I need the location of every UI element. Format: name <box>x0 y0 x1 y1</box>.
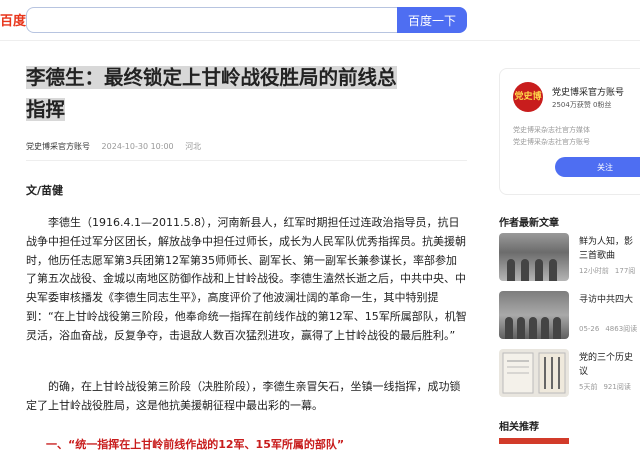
related-heading: 相关推荐 <box>499 422 539 433</box>
latest-article-title[interactable]: 党的三个历史 议 <box>579 351 633 379</box>
article-paragraph: 李德生（1916.4.1—2011.5.8），河南新县人，红军时期担任过连政治指… <box>26 216 467 342</box>
account-description: 党史博采杂志社官方媒体 党史博采杂志社官方账号 <box>513 124 590 148</box>
account-desc-line: 党史博采杂志社官方账号 <box>513 138 590 146</box>
article-meta: 党史博采官方账号 2024-10-30 10:00 河北 <box>26 141 210 152</box>
source-account[interactable]: 党史博采官方账号 <box>26 142 90 151</box>
title-line[interactable]: 鲜为人知，影 <box>579 235 633 249</box>
latest-article-meta: 05-26 4863阅读 <box>579 324 640 334</box>
latest-article-item[interactable]: 寻访中共四大 05-26 4863阅读 <box>499 291 640 339</box>
latest-articles-heading: 作者最新文章 <box>499 218 559 229</box>
article-reads: 4863阅读 <box>605 325 638 333</box>
latest-article-meta: 5天前 921阅读 <box>579 382 637 392</box>
article-thumbnail[interactable] <box>499 291 569 339</box>
section-heading: 一、“统一指挥在上甘岭前线作战的12军、15军所属的部队” <box>46 438 345 451</box>
latest-article-item[interactable]: 党的三个历史 议 5天前 921阅读 <box>499 349 640 397</box>
article-paragraph: 的确，在上甘岭战役第三阶段（决胜阶段），李德生亲冒矢石，坐镇一线指挥，成功锁定了… <box>26 380 461 412</box>
related-thumbnail[interactable] <box>499 438 569 444</box>
book-cover-image <box>502 352 566 394</box>
article-time: 5天前 <box>579 383 598 391</box>
article-time: 05-26 <box>579 325 600 333</box>
divider <box>26 160 467 161</box>
article-thumbnail[interactable] <box>499 349 569 397</box>
top-bar: 百度 百度一下 <box>0 0 640 41</box>
article-reads: 177阅 <box>614 267 636 275</box>
publish-date: 2024-10-30 10:00 <box>101 142 174 151</box>
article-thumbnail[interactable] <box>499 233 569 281</box>
article-title-line1: 李德生：最终锁定上甘岭战役胜局的前线总 <box>26 66 397 89</box>
title-line[interactable]: 三首歌曲 <box>579 249 633 263</box>
follow-button[interactable]: 关注 <box>555 157 640 177</box>
article-title: 李德生：最终锁定上甘岭战役胜局的前线总 指挥 <box>26 62 463 126</box>
latest-article-meta: 12小时前 177阅 <box>579 266 640 276</box>
title-line[interactable]: 寻访中共四大 <box>579 293 633 307</box>
baidu-logo[interactable]: 百度 <box>0 10 26 29</box>
account-desc-line: 党史博采杂志社官方媒体 <box>513 126 590 134</box>
avatar[interactable]: 党史博采 <box>513 82 543 112</box>
title-line[interactable]: 党的三个历史 <box>579 351 633 365</box>
byline: 文/苗健 <box>26 184 64 197</box>
search-button[interactable]: 百度一下 <box>397 7 467 33</box>
latest-article-item[interactable]: 鲜为人知，影 三首歌曲 12小时前 177阅 <box>499 233 640 281</box>
latest-article-title[interactable]: 寻访中共四大 <box>579 293 633 307</box>
search-input[interactable] <box>26 7 397 33</box>
title-line[interactable]: 议 <box>579 365 633 379</box>
article-title-line2: 指挥 <box>26 98 66 121</box>
account-stats: 2504万获赞 0粉丝 <box>552 101 612 109</box>
article-time: 12小时前 <box>579 267 609 275</box>
account-name[interactable]: 党史博采官方账号 <box>552 85 624 98</box>
publish-location: 河北 <box>185 142 202 151</box>
latest-article-title[interactable]: 鲜为人知，影 三首歌曲 <box>579 235 633 263</box>
article-reads: 921阅读 <box>603 383 631 391</box>
